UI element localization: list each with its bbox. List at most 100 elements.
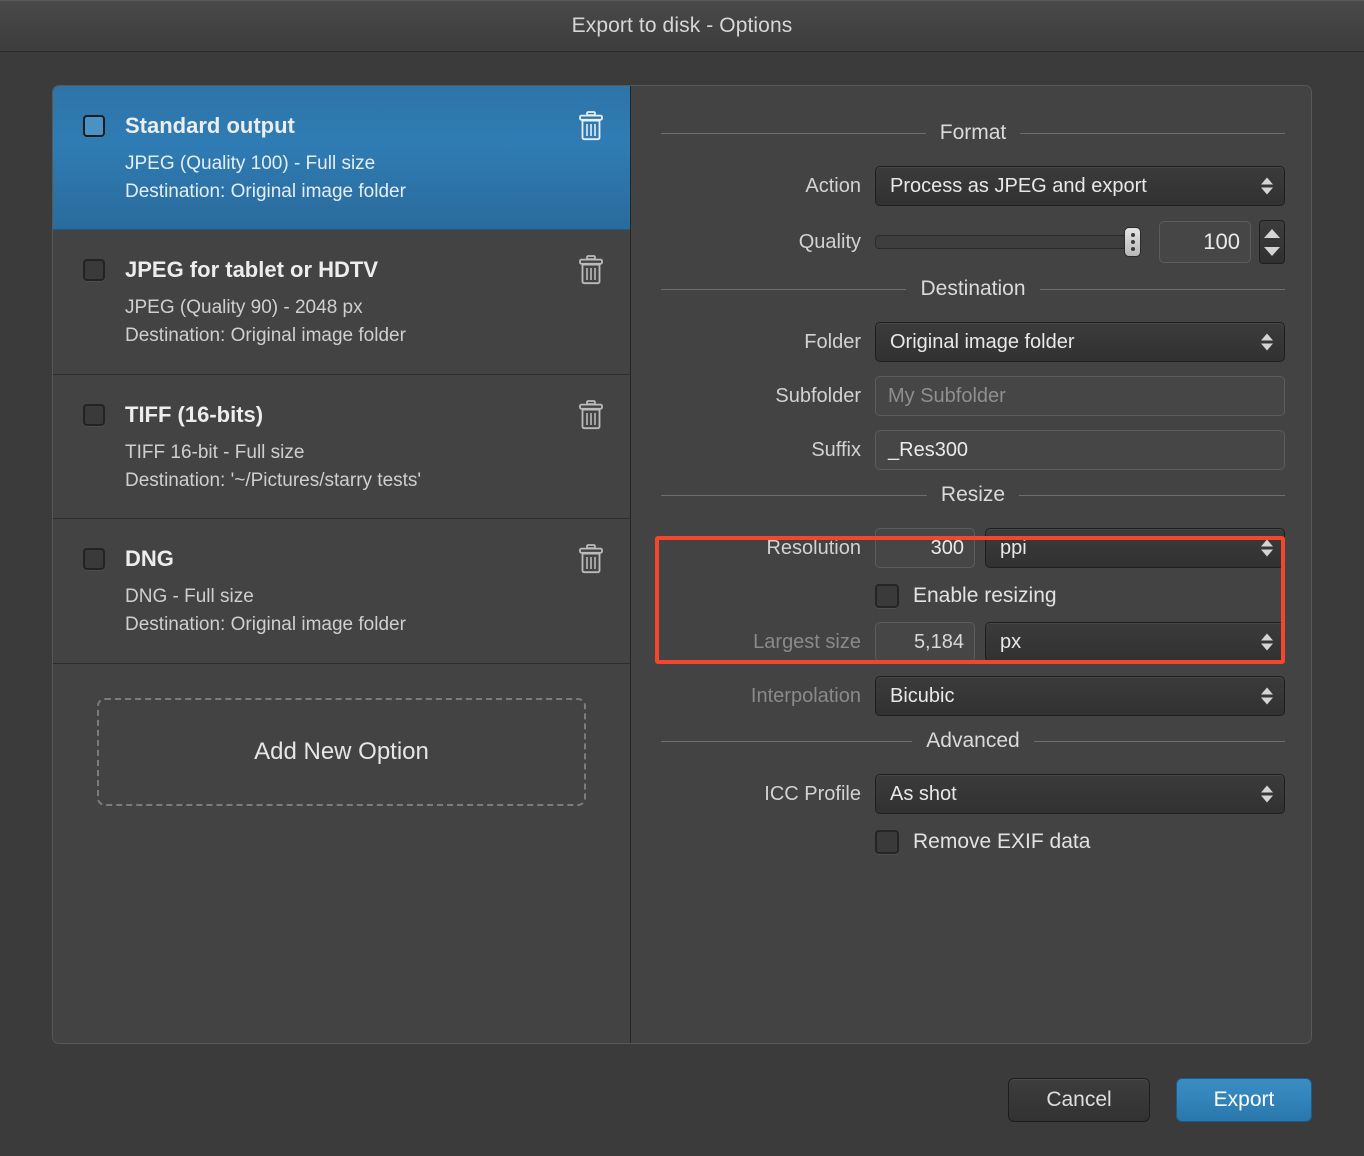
quality-value-field[interactable]: 100: [1159, 221, 1251, 263]
preset-detail-line-2: Destination: Original image folder: [125, 325, 406, 347]
add-new-option-button[interactable]: Add New Option: [97, 697, 586, 806]
quality-row: Quality 100: [661, 220, 1285, 264]
add-option-area: Add New Option: [53, 664, 630, 1043]
remove-exif-label: Remove EXIF data: [913, 830, 1091, 853]
divider-right: [1020, 132, 1286, 134]
action-control: Process as JPEG and export: [875, 166, 1285, 206]
preset-header-row: JPEG for tablet or HDTV: [83, 255, 604, 285]
trash-icon[interactable]: [578, 400, 604, 430]
preset-detail-line-1: JPEG (Quality 100) - Full size: [125, 153, 376, 174]
chevron-updown-icon: [1261, 177, 1273, 195]
folder-select[interactable]: Original image folder: [875, 322, 1285, 362]
suffix-input[interactable]: _Res300: [875, 430, 1285, 470]
stepper-up-icon[interactable]: [1264, 228, 1280, 238]
action-row: Action Process as JPEG and export: [661, 166, 1285, 206]
action-select[interactable]: Process as JPEG and export: [875, 166, 1285, 206]
section-header-format: Format: [661, 114, 1286, 152]
section-label: Destination: [920, 277, 1026, 300]
enable-resizing-row[interactable]: Enable resizing: [661, 584, 1285, 608]
slider-thumb[interactable]: [1124, 227, 1141, 257]
main-content-box: Standard output JPEG (Quality 100) - Ful…: [52, 85, 1312, 1044]
chevron-updown-icon: [1261, 333, 1273, 351]
enable-resizing-label: Enable resizing: [913, 584, 1057, 607]
trash-icon[interactable]: [578, 544, 604, 574]
interpolation-value: Bicubic: [890, 684, 955, 707]
slider-track: [875, 235, 1141, 249]
chevron-updown-icon: [1261, 785, 1273, 803]
interpolation-row: Interpolation Bicubic: [661, 676, 1285, 716]
preset-title: TIFF (16-bits): [125, 401, 264, 427]
icc-profile-control: As shot: [875, 774, 1285, 814]
preset-detail-line-2: Destination: Original image folder: [125, 614, 406, 636]
subfolder-input[interactable]: My Subfolder: [875, 376, 1285, 416]
chevron-updown-icon: [1261, 633, 1273, 651]
stepper-down-icon[interactable]: [1264, 246, 1280, 256]
preset-title: Standard output: [125, 113, 295, 138]
title-bar: Export to disk - Options: [0, 0, 1364, 52]
remove-exif-row[interactable]: Remove EXIF data: [661, 830, 1285, 854]
folder-select-value: Original image folder: [890, 330, 1075, 353]
section-header-resize: Resize: [661, 476, 1286, 514]
icc-profile-value: As shot: [890, 782, 957, 805]
preset-item-jpeg-tablet-hdtv[interactable]: JPEG for tablet or HDTV JPEG (Quality 90…: [53, 230, 630, 375]
remove-exif-checkbox[interactable]: [875, 830, 899, 854]
resolution-row: Resolution 300 ppi: [661, 528, 1285, 568]
section-label: Format: [939, 121, 1007, 144]
preset-checkbox[interactable]: [83, 115, 105, 137]
resolution-input[interactable]: 300: [875, 528, 975, 568]
options-panel: Format Action Process as JPEG and export: [631, 86, 1311, 1043]
folder-control: Original image folder: [875, 322, 1285, 362]
icc-profile-row: ICC Profile As shot: [661, 774, 1285, 814]
trash-icon[interactable]: [578, 111, 604, 141]
preset-title: DNG: [125, 546, 174, 572]
preset-detail-line-2: Destination: Original image folder: [125, 180, 406, 202]
preset-checkbox[interactable]: [83, 259, 105, 282]
preset-header-row: TIFF (16-bits): [83, 400, 604, 430]
quality-slider[interactable]: [875, 222, 1141, 262]
interpolation-control: Bicubic: [875, 676, 1285, 716]
largest-size-unit-value: px: [1000, 630, 1022, 653]
section-header-destination: Destination: [661, 270, 1285, 308]
resolution-unit-select[interactable]: ppi: [985, 528, 1285, 568]
divider-right: [1033, 740, 1285, 742]
preset-detail-line-1: JPEG (Quality 90) - 2048 px: [125, 297, 363, 319]
preset-detail-line-1: TIFF 16-bit - Full size: [125, 441, 305, 463]
trash-icon[interactable]: [578, 255, 604, 285]
suffix-row: Suffix _Res300: [661, 430, 1285, 470]
subfolder-label: Subfolder: [775, 384, 861, 407]
action-select-value: Process as JPEG and export: [890, 174, 1147, 197]
preset-header-row: Standard output: [83, 111, 604, 141]
preset-checkbox[interactable]: [83, 403, 105, 426]
largest-size-unit-select[interactable]: px: [985, 622, 1285, 662]
quality-stepper[interactable]: [1259, 220, 1285, 264]
section-header-advanced: Advanced: [661, 722, 1285, 760]
preset-header-row: DNG: [83, 544, 604, 574]
resolution-unit-value: ppi: [1000, 536, 1027, 559]
section-label: Resize: [940, 483, 1006, 506]
section-label: Advanced: [926, 729, 1020, 752]
preset-item-standard-output[interactable]: Standard output JPEG (Quality 100) - Ful…: [53, 86, 630, 231]
largest-size-label: Largest size: [753, 630, 861, 653]
preset-item-tiff-16-bits[interactable]: TIFF (16-bits) TIFF 16-bit - Full size D…: [53, 374, 630, 520]
largest-size-input[interactable]: 5,184: [875, 622, 975, 662]
divider-left: [661, 494, 927, 496]
interpolation-label: Interpolation: [750, 684, 861, 707]
window-title: Export to disk - Options: [571, 13, 793, 37]
chevron-updown-icon: [1261, 539, 1273, 557]
interpolation-select[interactable]: Bicubic: [875, 676, 1285, 716]
preset-checkbox[interactable]: [83, 548, 105, 571]
suffix-label: Suffix: [811, 438, 861, 461]
dialog-body: Standard output JPEG (Quality 100) - Ful…: [0, 52, 1364, 1044]
enable-resizing-checkbox[interactable]: [875, 584, 899, 608]
export-button[interactable]: Export: [1176, 1078, 1312, 1122]
cancel-button[interactable]: Cancel: [1008, 1078, 1150, 1122]
largest-size-row: Largest size 5,184 px: [661, 622, 1285, 662]
quality-control: 100: [875, 220, 1285, 264]
preset-item-dng[interactable]: DNG DNG - Full size Destination: Origina…: [53, 519, 630, 664]
subfolder-control: My Subfolder: [875, 376, 1285, 416]
icc-profile-label: ICC Profile: [764, 782, 861, 805]
export-options-dialog: Export to disk - Options Standard output: [0, 0, 1364, 1156]
icc-profile-select[interactable]: As shot: [875, 774, 1285, 814]
divider-right: [1019, 494, 1286, 496]
preset-detail-line-1: DNG - Full size: [125, 586, 254, 608]
